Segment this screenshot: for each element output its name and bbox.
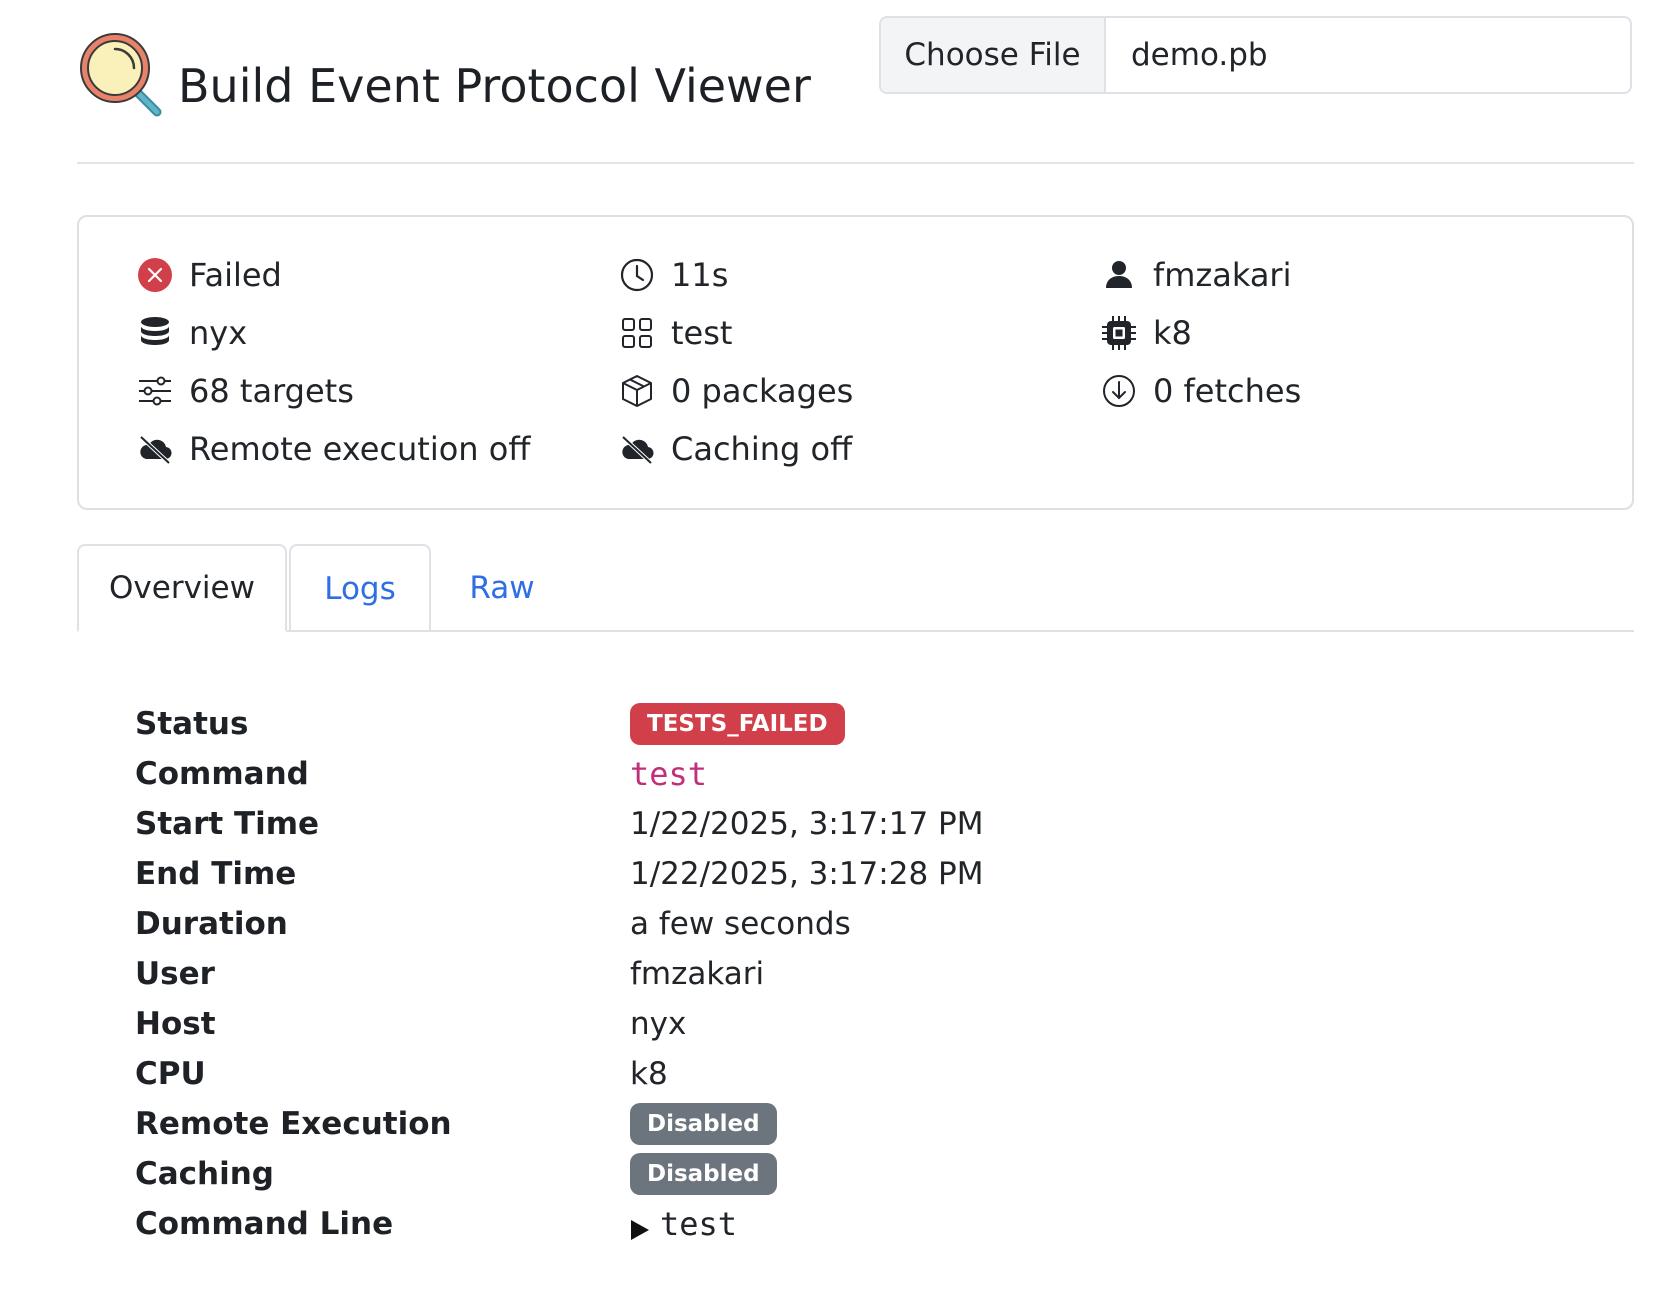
detail-row-caching: Caching Disabled (135, 1150, 1535, 1198)
triangle-right-icon[interactable] (630, 1213, 650, 1240)
status-badge: TESTS_FAILED (630, 703, 845, 745)
summary-cpu: k8 (1101, 311, 1192, 355)
detail-row-start-time: Start Time 1/22/2025, 3:17:17 PM (135, 800, 1535, 848)
summary-remote-execution-label: Remote execution off (189, 430, 531, 468)
detail-label: Start Time (135, 806, 320, 842)
detail-row-command: Command test (135, 750, 1535, 798)
summary-packages-label: 0 packages (671, 372, 854, 410)
caching-badge: Disabled (630, 1153, 777, 1195)
summary-command-label: test (671, 314, 733, 352)
page: Build Event Protocol Viewer Choose File … (0, 0, 1678, 1294)
detail-value: 1/22/2025, 3:17:28 PM (630, 856, 984, 892)
detail-row-command-line: Command Line test (135, 1200, 1535, 1248)
detail-row-cpu: CPU k8 (135, 1050, 1535, 1098)
cloud-slash-icon (619, 431, 655, 467)
summary-user-label: fmzakari (1153, 256, 1292, 294)
summary-caching: Caching off (619, 427, 852, 471)
detail-label: Command Line (135, 1206, 394, 1242)
summary-remote-execution: Remote execution off (137, 427, 530, 471)
command-code: test (630, 755, 708, 793)
magnifier-logo-icon (77, 30, 167, 120)
app-title: Build Event Protocol Viewer (178, 59, 811, 113)
person-icon (1101, 257, 1137, 293)
database-icon (137, 315, 173, 351)
tab-raw[interactable]: Raw (435, 544, 569, 632)
tab-bar: Overview Logs Raw (77, 544, 1634, 632)
choose-file-button[interactable]: Choose File (881, 18, 1106, 92)
summary-command: test (619, 311, 732, 355)
x-circle-icon (137, 257, 173, 293)
remote-execution-badge: Disabled (630, 1103, 777, 1145)
summary-status-label: Failed (189, 256, 282, 294)
summary-targets-label: 68 targets (189, 372, 354, 410)
detail-value: Disabled (630, 1153, 777, 1195)
file-input[interactable]: Choose File demo.pb (879, 16, 1632, 94)
detail-row-duration: Duration a few seconds (135, 900, 1535, 948)
tab-overview[interactable]: Overview (77, 544, 287, 632)
command-line-disclosure[interactable]: test (630, 1205, 737, 1243)
summary-packages: 0 packages (619, 369, 853, 413)
summary-duration: 11s (619, 253, 728, 297)
detail-value: nyx (630, 1006, 687, 1042)
command-line-text: test (660, 1205, 738, 1243)
summary-status: Failed (137, 253, 282, 297)
selected-file-name: demo.pb (1131, 37, 1268, 73)
detail-label: Command (135, 756, 309, 792)
summary-caching-label: Caching off (671, 430, 853, 468)
header: Build Event Protocol Viewer Choose File … (77, 16, 1634, 122)
detail-label: Caching (135, 1156, 275, 1192)
detail-label: Status (135, 706, 249, 742)
detail-label: Duration (135, 906, 288, 942)
summary-duration-label: 11s (671, 256, 729, 294)
summary-fetches-label: 0 fetches (1153, 372, 1302, 410)
detail-row-end-time: End Time 1/22/2025, 3:17:28 PM (135, 850, 1535, 898)
detail-label: Remote Execution (135, 1106, 452, 1142)
box-icon (619, 373, 655, 409)
detail-value: k8 (630, 1056, 668, 1092)
cpu-icon (1101, 315, 1137, 351)
tab-logs[interactable]: Logs (289, 544, 431, 632)
detail-value: TESTS_FAILED (630, 703, 845, 745)
summary-card: Failed nyx 68 targets Remote execution o… (77, 215, 1634, 510)
cloud-slash-icon (137, 431, 173, 467)
detail-row-user: User fmzakari (135, 950, 1535, 998)
summary-targets: 68 targets (137, 369, 354, 413)
grid-icon (619, 315, 655, 351)
detail-row-host: Host nyx (135, 1000, 1535, 1048)
detail-value: fmzakari (630, 956, 765, 992)
download-circle-icon (1101, 373, 1137, 409)
detail-row-status: Status TESTS_FAILED (135, 700, 1535, 748)
detail-label: Host (135, 1006, 216, 1042)
clock-icon (619, 257, 655, 293)
summary-cpu-label: k8 (1153, 314, 1192, 352)
summary-host: nyx (137, 311, 247, 355)
detail-value: a few seconds (630, 906, 851, 942)
detail-row-remote-execution: Remote Execution Disabled (135, 1100, 1535, 1148)
detail-label: User (135, 956, 215, 992)
summary-host-label: nyx (189, 314, 248, 352)
detail-value: Disabled (630, 1103, 777, 1145)
summary-user: fmzakari (1101, 253, 1291, 297)
detail-value: 1/22/2025, 3:17:17 PM (630, 806, 984, 842)
header-divider (77, 162, 1634, 164)
detail-label: CPU (135, 1056, 206, 1092)
detail-label: End Time (135, 856, 297, 892)
summary-fetches: 0 fetches (1101, 369, 1301, 413)
sliders-icon (137, 373, 173, 409)
